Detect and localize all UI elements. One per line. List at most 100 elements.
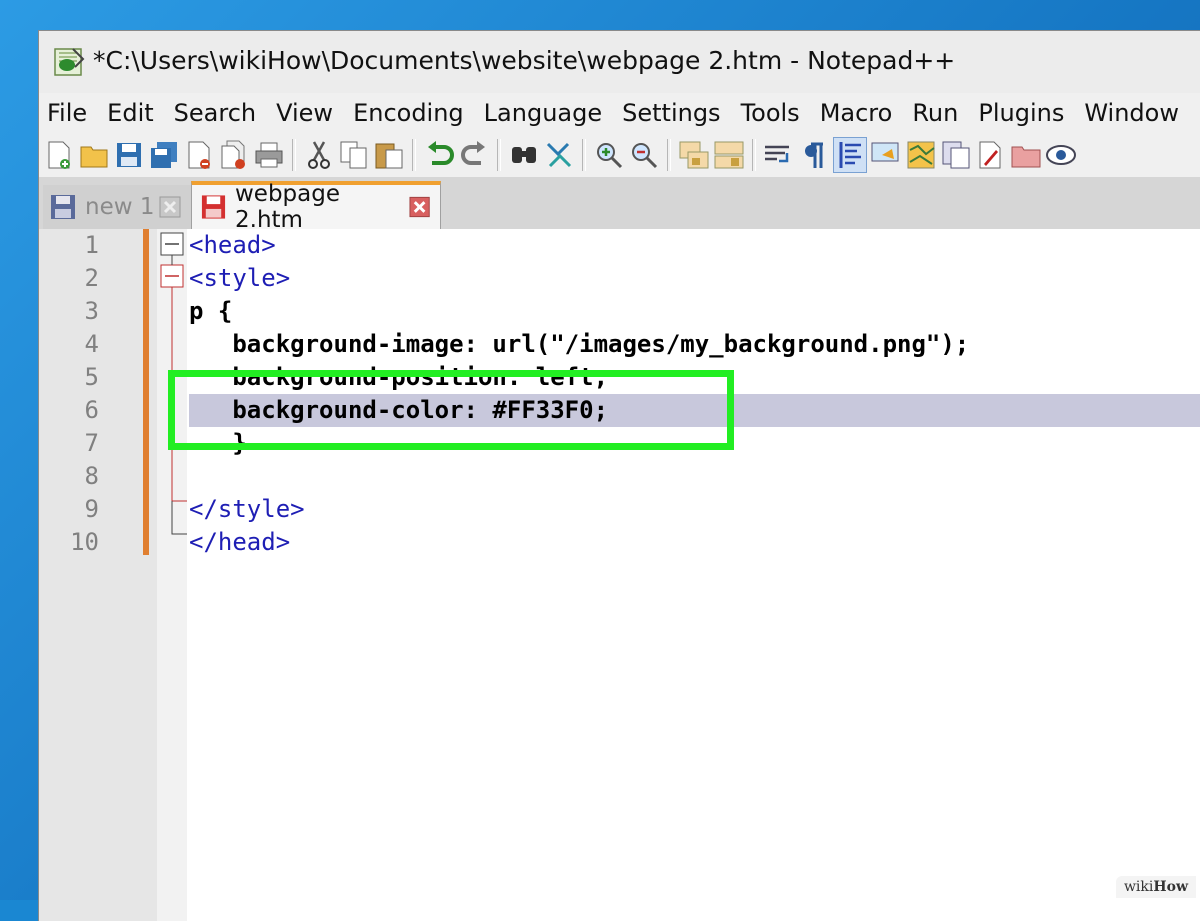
code-line: <style> — [189, 264, 291, 292]
tab-webpage-2[interactable]: webpage 2.htm — [191, 181, 441, 233]
show-all-chars-icon — [805, 142, 823, 168]
line-number: 1 — [84, 231, 99, 259]
menu-settings[interactable]: Settings — [614, 95, 732, 135]
tab-bar: new 1 webpage 2.htm — [39, 177, 1200, 233]
annotation-highlight-box — [168, 370, 734, 450]
record-macro-icon — [1011, 146, 1041, 168]
tab-label: webpage 2.htm — [235, 181, 341, 233]
menu-file[interactable]: File — [39, 95, 99, 135]
modified-lines-bar — [143, 229, 149, 555]
find-icon — [512, 147, 536, 163]
toolbar-separator — [752, 139, 756, 171]
cut-icon — [308, 141, 330, 169]
tab-label: new 1 — [85, 194, 155, 220]
code-line: </style> — [189, 495, 305, 523]
toolbar-separator — [292, 139, 296, 171]
editor-area[interactable]: 1 2 3 4 5 6 7 8 9 10 <head> <style> p { … — [39, 229, 1200, 921]
zoom-in-icon — [597, 143, 623, 169]
function-list-icon — [942, 141, 970, 169]
undo-button[interactable] — [423, 138, 455, 172]
code-line: </head> — [189, 528, 291, 556]
copy-button[interactable] — [338, 138, 370, 172]
function-list-button[interactable] — [940, 138, 972, 172]
save-all-button[interactable] — [148, 138, 180, 172]
menu-help[interactable]: ? — [1191, 95, 1200, 135]
indent-guide-button[interactable] — [833, 137, 867, 173]
toolbar-separator — [582, 139, 586, 171]
zoom-in-button[interactable] — [593, 138, 625, 172]
new-file-icon — [48, 141, 70, 169]
menu-language[interactable]: Language — [476, 95, 614, 135]
cut-button[interactable] — [303, 138, 335, 172]
save-button[interactable] — [113, 138, 145, 172]
watermark-suffix: How — [1153, 879, 1188, 895]
open-file-button[interactable] — [78, 138, 110, 172]
close-tab-icon[interactable] — [159, 196, 181, 218]
close-all-button[interactable] — [218, 138, 250, 172]
print-icon — [255, 142, 283, 168]
zoom-out-button[interactable] — [628, 138, 660, 172]
line-number: 10 — [70, 528, 99, 556]
paste-icon — [375, 143, 403, 169]
copy-icon — [340, 141, 367, 169]
redo-button[interactable] — [458, 138, 490, 172]
indent-guide-icon — [839, 142, 861, 168]
paste-button[interactable] — [373, 138, 405, 172]
document-map-button[interactable] — [905, 138, 937, 172]
sync-horizontal-icon — [714, 141, 744, 169]
document-map-icon — [907, 141, 935, 169]
find-button[interactable] — [508, 138, 540, 172]
toolbar-separator — [497, 139, 501, 171]
code-line: <head> — [189, 231, 276, 259]
open-file-icon — [80, 146, 108, 168]
line-number: 9 — [84, 495, 99, 523]
menu-bar: File Edit Search View Encoding Language … — [39, 95, 1200, 135]
folder-as-workspace-button[interactable] — [975, 138, 1007, 172]
menu-window[interactable]: Window — [1076, 95, 1191, 135]
menu-search[interactable]: Search — [166, 95, 268, 135]
menu-view[interactable]: View — [268, 95, 345, 135]
show-all-chars-button[interactable] — [798, 138, 830, 172]
saved-file-icon — [51, 195, 75, 219]
notepadpp-app-icon — [54, 48, 85, 76]
window-title: *C:\Users\wikiHow\Documents\website\webp… — [93, 46, 956, 75]
line-number: 8 — [84, 462, 99, 490]
monitoring-button[interactable] — [1045, 138, 1077, 172]
menu-tools[interactable]: Tools — [733, 95, 812, 135]
line-number: 4 — [84, 330, 99, 358]
sync-vertical-icon — [679, 141, 709, 169]
watermark-prefix: wiki — [1123, 879, 1154, 895]
redo-icon — [461, 141, 485, 165]
replace-icon — [546, 142, 572, 168]
record-macro-button[interactable] — [1010, 138, 1042, 172]
menu-encoding[interactable]: Encoding — [345, 95, 476, 135]
tab-new-1[interactable]: new 1 — [43, 185, 191, 229]
sync-horizontal-button[interactable] — [713, 138, 745, 172]
menu-edit[interactable]: Edit — [99, 95, 165, 135]
print-button[interactable] — [253, 138, 285, 172]
line-number: 7 — [84, 429, 99, 457]
word-wrap-button[interactable] — [763, 138, 795, 172]
user-defined-language-button[interactable] — [870, 138, 902, 172]
toolbar — [43, 135, 1200, 175]
folder-as-workspace-icon — [979, 141, 1001, 169]
line-number: 3 — [84, 297, 99, 325]
menu-macro[interactable]: Macro — [812, 95, 905, 135]
close-button[interactable] — [183, 138, 215, 172]
close-all-icon — [221, 140, 245, 169]
close-tab-icon[interactable] — [409, 196, 430, 218]
line-number: 2 — [84, 264, 99, 292]
replace-button[interactable] — [543, 138, 575, 172]
monitoring-icon — [1046, 145, 1076, 165]
close-icon — [188, 141, 210, 169]
menu-plugins[interactable]: Plugins — [970, 95, 1076, 135]
unsaved-file-icon — [201, 195, 226, 219]
notepadpp-window: *C:\Users\wikiHow\Documents\website\webp… — [38, 30, 1200, 921]
code-line: p { — [189, 297, 233, 325]
code-line: background-image: url("/images/my_backgr… — [189, 330, 970, 358]
new-file-button[interactable] — [43, 138, 75, 172]
line-number: 6 — [84, 396, 99, 424]
menu-run[interactable]: Run — [904, 95, 970, 135]
sync-vertical-button[interactable] — [678, 138, 710, 172]
zoom-out-icon — [632, 143, 658, 169]
